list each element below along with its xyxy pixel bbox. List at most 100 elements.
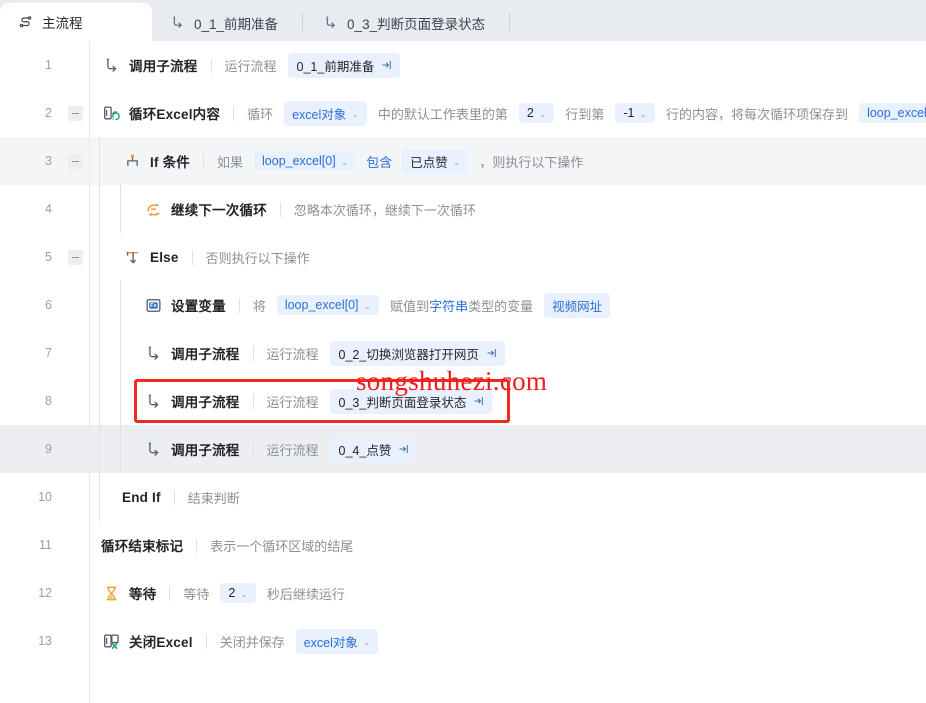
collapse-slot — [62, 105, 89, 121]
step-description-text: 表示一个循环区域的结尾 — [210, 538, 354, 554]
title-separator — [173, 489, 175, 505]
row-number: 8 — [45, 394, 52, 408]
dropdown-select[interactable]: loop_excel[0] ⌄ — [276, 295, 380, 315]
dropdown-select[interactable]: -1 ⌄ — [615, 103, 656, 123]
chevron-down-icon: ⌄ — [340, 156, 349, 167]
if-icon — [122, 151, 142, 171]
flow-step-row[interactable]: 12 等待 等待 2 ⌄ 秒后继续运行 — [0, 569, 926, 617]
tab-label: 主流程 — [42, 16, 83, 31]
condition-operator-link[interactable]: 包含 — [366, 152, 392, 171]
step-content: If 条件 如果 loop_excel[0] ⌄ 包含 已点赞 ⌄ ，则执行以下操作 — [89, 137, 926, 185]
indent-guide-line — [120, 425, 121, 473]
flow-step-row[interactable]: 9 调用子流程 运行流程 0_4_点赞 — [0, 425, 926, 473]
flow-step-row[interactable]: 8 调用子流程 运行流程 0_3_判断页面登录状态 — [0, 377, 926, 425]
step-node[interactable]: Else 否则执行以下操作 — [122, 247, 316, 267]
dropdown-select[interactable]: 已点赞 ⌄ — [402, 148, 469, 174]
step-node[interactable]: 调用子流程 运行流程 0_4_点赞 — [143, 436, 422, 462]
dropdown-value: excel对象 — [303, 635, 358, 650]
tab-divider — [302, 13, 304, 31]
step-params: 运行流程 0_2_切换浏览器打开网页 — [267, 340, 510, 366]
dropdown-select[interactable]: 2 ⌄ — [220, 583, 256, 603]
title-separator — [233, 105, 235, 121]
step-params: 否则执行以下操作 — [206, 248, 316, 267]
step-content: 循环结束标记 表示一个循环区域的结尾 — [89, 521, 926, 569]
set-variable-icon: Fx — [143, 295, 163, 315]
flow-step-row[interactable]: 5 Else 否则执行以下操作 — [0, 233, 926, 281]
subflow-reference[interactable]: 0_1_前期准备 — [287, 52, 401, 78]
subflow-reference[interactable]: 0_2_切换浏览器打开网页 — [329, 340, 505, 366]
flow-canvas: 1 调用子流程 运行流程 0_1_前期准备 2 循环Excel内容 循环 excel对象 ⌄ 中的… — [0, 41, 926, 703]
flow-step-row[interactable]: 3 If 条件 如果 loop_excel[0] ⌄ 包含 已点赞 ⌄ ，则执行以下操作 — [0, 137, 926, 185]
indent-guide-line — [99, 377, 100, 425]
step-node[interactable]: 调用子流程 运行流程 0_1_前期准备 — [101, 52, 405, 78]
row-number: 3 — [45, 154, 52, 168]
step-content: 关闭Excel 关闭并保存 excel对象 ⌄ — [89, 617, 926, 665]
flow-step-row[interactable]: 10 End If 结束判断 — [0, 473, 926, 521]
flow-step-row[interactable]: 2 循环Excel内容 循环 excel对象 ⌄ 中的默认工作表里的第 2 ⌄ 行到第 -1 ⌄ 行的… — [0, 89, 926, 137]
step-params: 运行流程 0_3_判断页面登录状态 — [267, 388, 498, 414]
dropdown-value: loop_excel[0] — [284, 298, 359, 312]
step-title: End If — [122, 489, 161, 505]
flow-step-row[interactable]: 6 Fx 设置变量 将 loop_excel[0] ⌄ 赋值到字符串类型的变量 视频网址 — [0, 281, 926, 329]
step-description-text: 运行流程 — [224, 58, 277, 74]
subflow-icon — [143, 391, 163, 411]
step-title: 调用子流程 — [171, 347, 240, 362]
excel-close-icon — [101, 631, 121, 651]
variable-token[interactable]: loop_excel — [859, 103, 926, 123]
dropdown-value: excel对象 — [292, 107, 347, 122]
step-node[interactable]: 关闭Excel 关闭并保存 excel对象 ⌄ — [101, 628, 383, 654]
step-description-text: 如果 — [217, 154, 244, 170]
title-separator — [191, 249, 193, 265]
dropdown-value: 已点赞 — [410, 155, 448, 170]
flow-step-row[interactable]: 4 继续下一次循环 忽略本次循环，继续下一次循环 — [0, 185, 926, 233]
step-node[interactable]: 继续下一次循环 忽略本次循环，继续下一次循环 — [143, 199, 482, 219]
tab-0-3-login-status[interactable]: 0_3_判断页面登录状态 — [305, 4, 507, 41]
flow-step-row[interactable]: 1 调用子流程 运行流程 0_1_前期准备 — [0, 41, 926, 89]
tab-0-1-preparation[interactable]: 0_1_前期准备 — [152, 4, 300, 41]
dropdown-select[interactable]: excel对象 ⌄ — [284, 100, 367, 126]
dropdown-select[interactable]: loop_excel[0] ⌄ — [254, 151, 357, 171]
dropdown-select[interactable]: excel对象 ⌄ — [295, 628, 379, 654]
subflow-reference[interactable]: 0_3_判断页面登录状态 — [329, 388, 493, 414]
variable-token[interactable]: 视频网址 — [544, 292, 611, 318]
step-node[interactable]: 循环结束标记 表示一个循环区域的结尾 — [101, 535, 359, 555]
step-title: 循环结束标记 — [101, 539, 184, 554]
step-title: 调用子流程 — [171, 443, 240, 458]
collapse-toggle-button[interactable] — [68, 249, 83, 265]
variable-name: 视频网址 — [552, 299, 603, 314]
enter-flow-icon — [473, 395, 485, 407]
indent-guide-line — [99, 473, 100, 521]
variable-type-link[interactable]: 字符串 — [429, 299, 468, 314]
step-title: Else — [150, 249, 179, 265]
step-node[interactable]: 调用子流程 运行流程 0_2_切换浏览器打开网页 — [143, 340, 510, 366]
step-description-text: 否则执行以下操作 — [205, 250, 310, 266]
flow-step-row[interactable]: 11 循环结束标记 表示一个循环区域的结尾 — [0, 521, 926, 569]
step-params: 将 loop_excel[0] ⌄ 赋值到字符串类型的变量 视频网址 — [253, 292, 615, 318]
collapse-toggle-button[interactable] — [68, 105, 83, 121]
collapse-toggle-button[interactable] — [68, 153, 83, 169]
tab-label: 0_1_前期准备 — [194, 16, 279, 32]
step-node[interactable]: 循环Excel内容 循环 excel对象 ⌄ 中的默认工作表里的第 2 ⌄ 行到第 -1 ⌄ 行的内… — [101, 100, 926, 126]
step-node[interactable]: 等待 等待 2 ⌄ 秒后继续运行 — [101, 583, 351, 603]
step-node[interactable]: Fx 设置变量 将 loop_excel[0] ⌄ 赋值到字符串类型的变量 视频网址 — [143, 292, 615, 318]
step-description-text: 秒后继续运行 — [266, 586, 345, 602]
tab-main-flow[interactable]: 主流程 — [0, 3, 152, 41]
dropdown-value: 2 — [526, 106, 534, 120]
step-node[interactable]: End If 结束判断 — [122, 487, 246, 507]
row-number: 9 — [45, 442, 52, 456]
flow-step-row[interactable]: 7 调用子流程 运行流程 0_2_切换浏览器打开网页 — [0, 329, 926, 377]
step-description-text: 循环 — [247, 106, 274, 122]
step-title: 循环Excel内容 — [129, 107, 221, 122]
row-number: 4 — [45, 202, 52, 216]
tab-bar: 主流程 0_1_前期准备 0_3_判断页面登录状态 — [0, 0, 926, 41]
subflow-reference[interactable]: 0_4_点赞 — [329, 436, 418, 462]
flow-step-row[interactable]: 13 关闭Excel 关闭并保存 excel对象 ⌄ — [0, 617, 926, 665]
step-node[interactable]: 调用子流程 运行流程 0_3_判断页面登录状态 — [143, 388, 498, 414]
title-separator — [205, 633, 207, 649]
dropdown-select[interactable]: 2 ⌄ — [518, 103, 555, 123]
chevron-down-icon: ⌄ — [538, 108, 547, 119]
step-node[interactable]: If 条件 如果 loop_excel[0] ⌄ 包含 已点赞 ⌄ ，则执行以下操作 — [122, 148, 589, 174]
step-title: 关闭Excel — [129, 635, 193, 650]
tab-label: 0_3_判断页面登录状态 — [347, 16, 486, 32]
chevron-down-icon: ⌄ — [362, 636, 371, 647]
